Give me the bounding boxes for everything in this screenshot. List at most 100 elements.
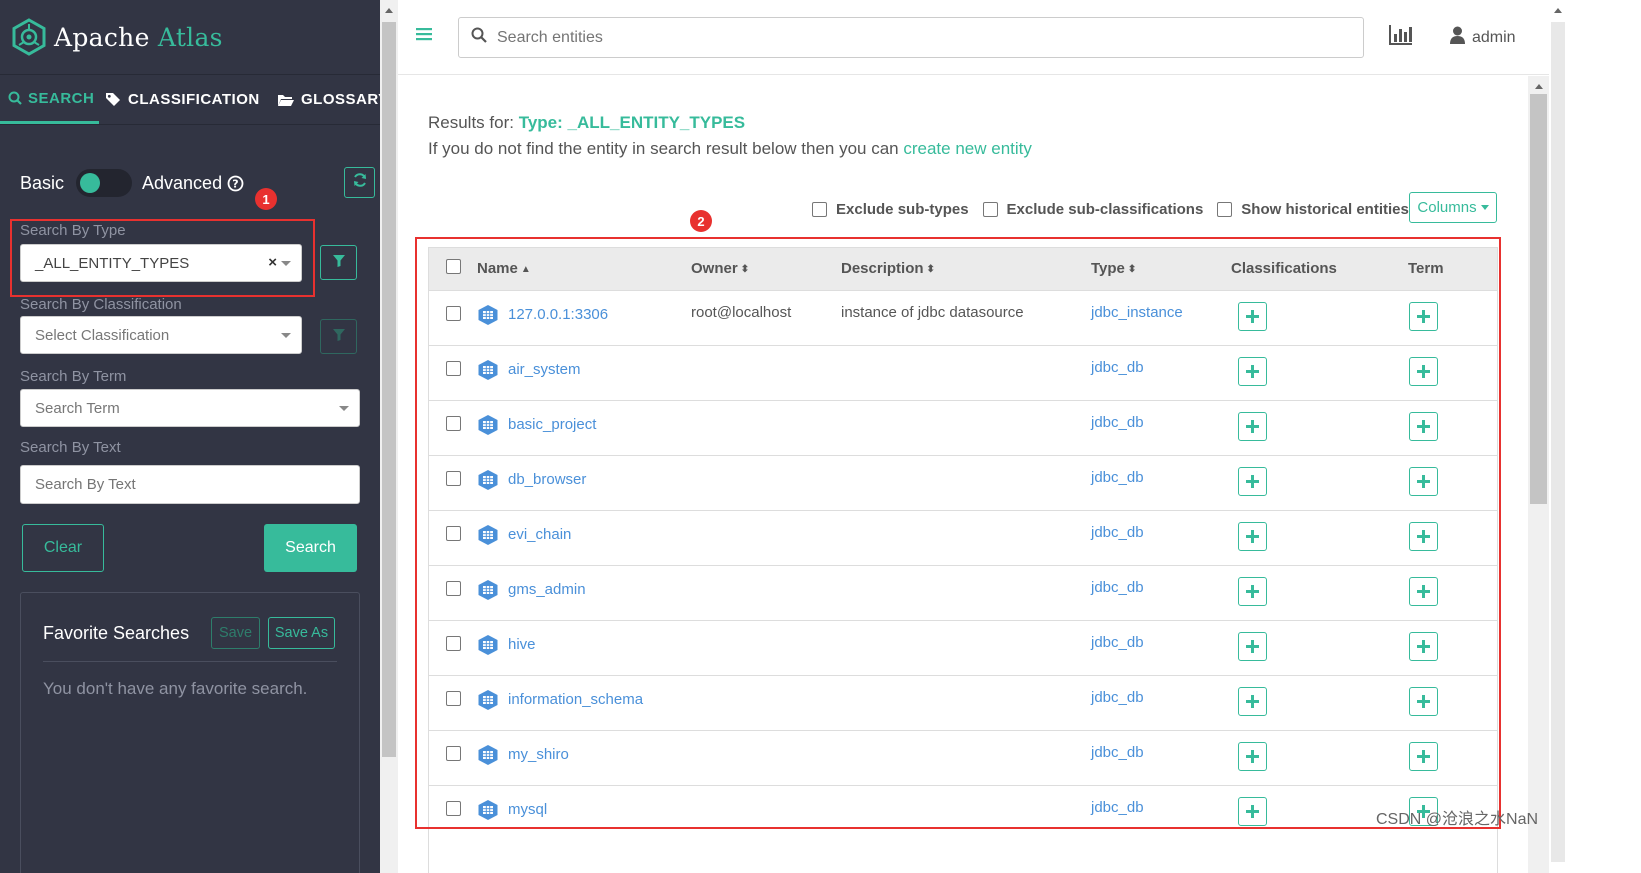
add-classification-button[interactable] [1238,356,1267,386]
search-button[interactable]: Search [264,524,357,572]
window-scroll-thumb[interactable] [1551,22,1565,862]
entity-name-link[interactable]: gms_admin [508,581,586,598]
scroll-up-icon[interactable] [1549,2,1567,18]
row-checkbox[interactable] [445,360,461,376]
exclude-subclassifications-checkbox[interactable] [982,201,998,217]
scroll-up-icon[interactable] [380,2,398,18]
classification-select[interactable]: Select Classification [20,316,302,354]
entity-name-link[interactable]: information_schema [508,691,643,708]
term-select[interactable]: Search Term [20,389,360,427]
row-checkbox[interactable] [445,525,461,541]
type-filter-button[interactable] [320,245,357,280]
add-classification-button[interactable] [1238,741,1267,771]
main-scroll-thumb[interactable] [1530,94,1547,504]
tab-glossary[interactable]: GLOSSARY [269,75,397,124]
classification-filter-button[interactable] [320,319,357,354]
hamburger-menu-icon[interactable] [416,27,432,46]
sidebar-scrollbar[interactable] [380,0,398,873]
results-title: Results for: Type: _ALL_ENTITY_TYPES [428,113,745,133]
add-term-button[interactable] [1409,576,1438,606]
name-cell: air_system [477,344,691,400]
row-checkbox[interactable] [445,745,461,761]
add-classification-button[interactable] [1238,686,1267,716]
scroll-up-icon[interactable] [1528,78,1549,94]
exclude-subtypes-checkbox[interactable] [812,201,827,217]
owner-column-header[interactable]: Owner ⬍ [691,248,841,290]
main-scrollbar[interactable] [1528,76,1549,873]
global-search[interactable] [458,17,1364,58]
basic-advanced-switch[interactable] [76,169,133,197]
entity-type-link[interactable]: jdbc_db [1091,799,1144,816]
entity-name-link[interactable]: db_browser [508,471,586,488]
entity-type-link[interactable]: jdbc_db [1091,579,1144,596]
entity-type-link[interactable]: jdbc_db [1091,634,1144,651]
entity-type-link[interactable]: jdbc_db [1091,414,1144,431]
clear-button[interactable]: Clear [22,524,104,572]
entity-name-link[interactable]: mysql [508,801,547,818]
row-checkbox[interactable] [445,690,461,706]
refresh-button[interactable] [344,167,375,198]
add-classification-button[interactable] [1238,796,1267,826]
search-text-input[interactable] [20,465,360,504]
sidebar-scroll-thumb[interactable] [382,22,396,757]
add-classification-button[interactable] [1238,466,1267,496]
entity-type-link[interactable]: jdbc_db [1091,359,1144,376]
row-checkbox[interactable] [445,580,461,596]
save-favorite-button[interactable]: Save [211,617,260,649]
show-historical-checkbox[interactable] [1217,201,1233,217]
classifications-cell [1231,344,1406,400]
add-term-button[interactable] [1409,521,1438,551]
add-term-button[interactable] [1409,301,1438,331]
entity-type-link[interactable]: jdbc_db [1091,524,1144,541]
exclude-subclassifications-filter[interactable]: Exclude sub-classifications [982,201,1203,218]
columns-button[interactable]: Columns [1409,192,1497,223]
entity-name-link[interactable]: 127.0.0.1:3306 [508,306,608,323]
table-body: 127.0.0.1:3306 root@localhost instance of … [429,289,1497,840]
entity-type-link[interactable]: jdbc_db [1091,689,1144,706]
type-column-header[interactable]: Type ⬍ [1091,248,1231,290]
add-classification-button[interactable] [1238,631,1267,661]
type-select[interactable]: _ALL_ENTITY_TYPES × [20,244,302,282]
add-classification-button[interactable] [1238,301,1267,331]
select-all-checkbox[interactable] [445,259,461,275]
add-classification-button[interactable] [1238,576,1267,606]
add-term-button[interactable] [1409,466,1438,496]
entity-name-link[interactable]: hive [508,636,536,653]
add-term-button[interactable] [1409,411,1438,441]
row-checkbox[interactable] [445,305,461,321]
window-scrollbar[interactable] [1549,0,1567,873]
tab-classification[interactable]: CLASSIFICATION [99,75,269,124]
add-classification-button[interactable] [1238,411,1267,441]
question-circle-icon[interactable]: ? [227,175,244,192]
entity-type-link[interactable]: jdbc_instance [1091,304,1183,321]
clear-type-icon[interactable]: × [268,254,277,271]
add-term-button[interactable] [1409,741,1438,771]
row-checkbox[interactable] [445,800,461,816]
save-as-favorite-button[interactable]: Save As [268,617,335,649]
add-term-button[interactable] [1409,631,1438,661]
add-term-button[interactable] [1409,356,1438,386]
tab-search[interactable]: SEARCH [0,75,99,124]
entity-type-link[interactable]: jdbc_db [1091,744,1144,761]
exclude-subtypes-filter[interactable]: Exclude sub-types [812,201,969,218]
row-checkbox[interactable] [445,635,461,651]
global-search-input[interactable] [497,28,1297,47]
add-classification-button[interactable] [1238,521,1267,551]
add-term-button[interactable] [1409,686,1438,716]
show-historical-filter[interactable]: Show historical entities [1217,201,1409,218]
entity-type-link[interactable]: jdbc_db [1091,469,1144,486]
create-entity-link[interactable]: create new entity [903,139,1032,158]
description-column-header[interactable]: Description ⬍ [841,248,1091,290]
row-select-cell [429,344,477,400]
row-checkbox[interactable] [445,415,461,431]
entity-name-link[interactable]: my_shiro [508,746,569,763]
entity-name-link[interactable]: evi_chain [508,526,571,543]
entity-name-link[interactable]: air_system [508,361,581,378]
row-checkbox[interactable] [445,470,461,486]
entity-name-link[interactable]: basic_project [508,416,596,433]
name-column-header[interactable]: Name ▲ [477,248,691,290]
term-cell [1406,289,1497,345]
statistics-icon[interactable] [1388,25,1412,50]
user-menu[interactable]: admin [1450,26,1516,49]
logo[interactable]: Apache Atlas [0,0,398,75]
